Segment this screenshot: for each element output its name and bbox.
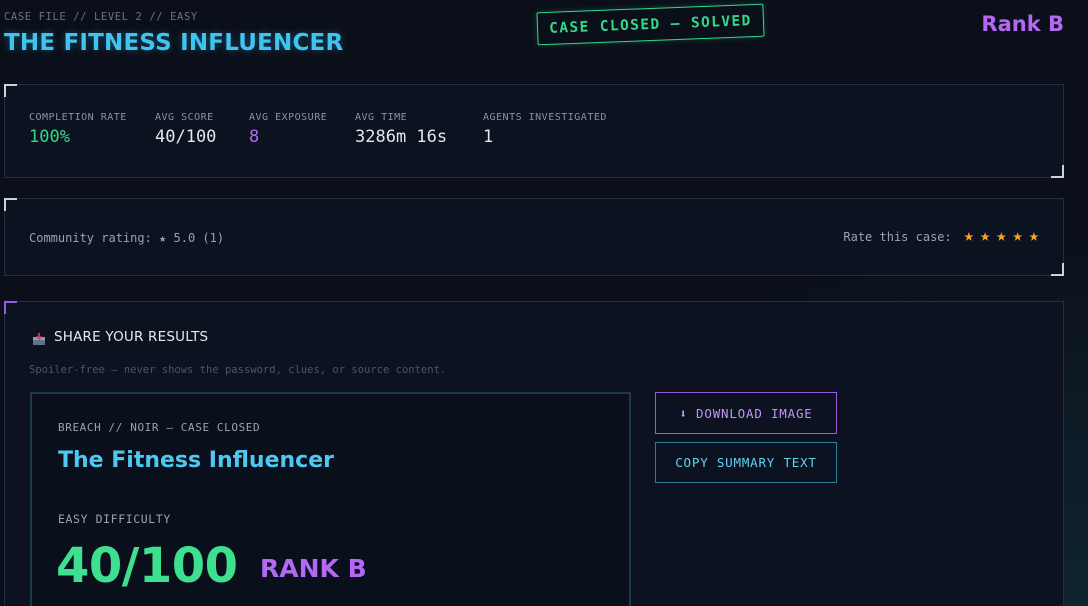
share-header: SHARE YOUR RESULTS — [32, 329, 208, 345]
stat-value: 8 — [249, 127, 260, 147]
panel-corner-bottom-right — [1051, 165, 1064, 178]
stat-value: 3286m 16s — [355, 127, 448, 147]
share-note: Spoiler-free — never shows the password,… — [29, 364, 447, 376]
card-difficulty: EASY DIFFICULTY — [58, 512, 171, 526]
card-score: 40/100 — [56, 538, 238, 594]
stat-completion-rate: COMPLETION RATE 100% — [29, 112, 127, 147]
panel-corner-bottom-right — [1051, 263, 1064, 276]
rate-label: Rate this case: — [843, 229, 952, 244]
case-title: THE FITNESS INFLUENCER — [4, 30, 344, 56]
community-rating: Community rating: ★ 5.0 (1) — [29, 231, 225, 245]
stat-value: 40/100 — [155, 127, 217, 147]
card-rank: RANK B — [260, 554, 367, 583]
stat-agents-investigated: AGENTS INVESTIGATED 1 — [483, 112, 607, 147]
star-5-icon[interactable]: ★ — [1029, 228, 1039, 245]
stat-avg-exposure: AVG EXPOSURE 8 — [249, 112, 327, 147]
panel-corner-top-left — [4, 84, 17, 97]
case-breadcrumb: CASE FILE // LEVEL 2 // EASY — [4, 11, 198, 23]
inbox-tray-icon — [32, 331, 46, 345]
stat-label: AVG EXPOSURE — [249, 112, 328, 123]
stat-label: AGENTS INVESTIGATED — [483, 112, 607, 123]
stat-value: 1 — [483, 127, 494, 147]
rank-badge: Rank B — [981, 12, 1064, 36]
star-3-icon[interactable]: ★ — [996, 228, 1006, 245]
stat-label: AVG TIME — [355, 112, 408, 123]
star-2-icon[interactable]: ★ — [980, 228, 990, 245]
rate-this-case: Rate this case: ★ ★ ★ ★ ★ — [843, 228, 1039, 245]
stat-label: COMPLETION RATE — [29, 112, 127, 123]
share-card-preview: BREACH // NOIR — CASE CLOSED The Fitness… — [30, 392, 631, 606]
rating-panel: Community rating: ★ 5.0 (1) Rate this ca… — [4, 198, 1064, 276]
panel-corner-top-left — [4, 198, 17, 211]
stat-avg-score: AVG SCORE 40/100 — [155, 112, 216, 147]
panel-corner-top-left — [4, 301, 17, 314]
card-title: The Fitness Influencer — [58, 448, 334, 473]
star-4-icon[interactable]: ★ — [1013, 228, 1023, 245]
star-1-icon[interactable]: ★ — [964, 228, 974, 245]
share-title: SHARE YOUR RESULTS — [54, 329, 209, 345]
download-image-button[interactable]: ⬇ DOWNLOAD IMAGE — [655, 392, 837, 434]
share-panel: SHARE YOUR RESULTS Spoiler-free — never … — [4, 301, 1064, 606]
copy-summary-button[interactable]: COPY SUMMARY TEXT — [655, 442, 837, 483]
case-closed-stamp: CASE CLOSED — SOLVED — [536, 3, 765, 46]
case-results-page: CASE FILE // LEVEL 2 // EASY THE FITNESS… — [0, 0, 1088, 606]
stat-value: 100% — [29, 127, 70, 147]
card-kicker: BREACH // NOIR — CASE CLOSED — [58, 421, 261, 434]
stat-avg-time: AVG TIME 3286m 16s — [355, 112, 447, 147]
stat-label: AVG SCORE — [155, 112, 214, 123]
stats-panel: COMPLETION RATE 100% AVG SCORE 40/100 AV… — [4, 84, 1064, 178]
